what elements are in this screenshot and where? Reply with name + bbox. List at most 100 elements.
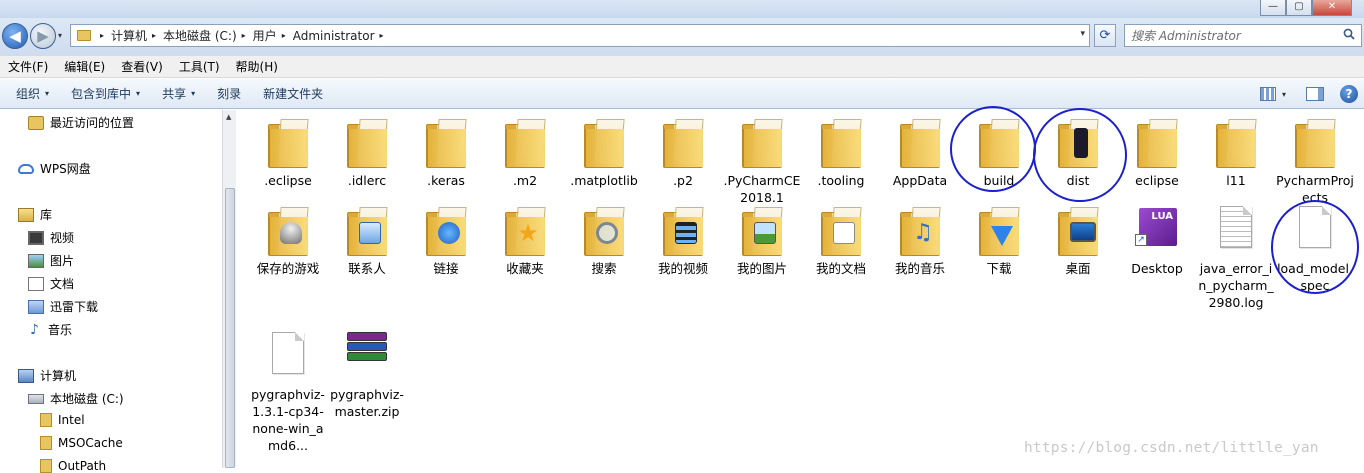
- file-item[interactable]: java_error_in_pycharm_2980.log: [1197, 204, 1275, 311]
- item-label: Desktop: [1131, 261, 1183, 276]
- folder-item[interactable]: ★ 收藏夹: [486, 204, 564, 277]
- preview-pane-icon[interactable]: [1306, 87, 1324, 101]
- folder-item[interactable]: .tooling: [802, 116, 880, 189]
- folder-item[interactable]: .eclipse: [249, 116, 327, 189]
- folder-item[interactable]: 我的文档: [802, 204, 880, 277]
- menu-help[interactable]: 帮助(H): [236, 58, 278, 75]
- film-strip-icon: [675, 222, 697, 244]
- address-history-dropdown[interactable]: ▾: [1080, 29, 1085, 39]
- folder-icon: [584, 124, 624, 168]
- file-item[interactable]: pygraphviz-1.3.1-cp34-none-win_amd6...: [249, 330, 327, 454]
- folder-item[interactable]: 联系人: [328, 204, 406, 277]
- folder-item[interactable]: 链接: [407, 204, 485, 277]
- view-options-dropdown[interactable]: ▾: [1282, 90, 1286, 99]
- xunlei-download-icon: [28, 299, 44, 314]
- chevron-down-icon: ▾: [136, 89, 141, 98]
- breadcrumb-separator-icon[interactable]: ▸: [242, 31, 246, 40]
- item-label: pygraphviz-master.zip: [330, 387, 404, 419]
- item-label: l11: [1226, 173, 1246, 188]
- nav-documents-label: 文档: [50, 277, 75, 291]
- burn-button[interactable]: 刻录: [217, 85, 241, 102]
- nav-wps-cloud[interactable]: WPS网盘: [18, 160, 91, 177]
- close-button[interactable]: ✕: [1312, 0, 1352, 16]
- include-in-library-button[interactable]: 包含到库中 ▾: [71, 85, 140, 102]
- nav-folder-outpath[interactable]: OutPath: [40, 459, 106, 473]
- folder-item[interactable]: AppData: [881, 116, 959, 189]
- folder-item[interactable]: 我的图片: [723, 204, 801, 277]
- change-view-icon[interactable]: [1259, 87, 1276, 101]
- back-button[interactable]: ◀: [2, 23, 28, 49]
- music-note-icon: ♫: [913, 220, 933, 245]
- folder-item[interactable]: .idlerc: [328, 116, 406, 189]
- folder-item[interactable]: .p2: [644, 116, 722, 189]
- chevron-down-icon: ▾: [191, 89, 196, 98]
- item-label: eclipse: [1135, 173, 1179, 188]
- menu-view[interactable]: 查看(V): [121, 58, 163, 75]
- folder-item[interactable]: 下载: [960, 204, 1038, 277]
- refresh-button[interactable]: ⟳: [1094, 24, 1116, 47]
- item-label: 链接: [433, 261, 459, 276]
- breadcrumb-separator-icon[interactable]: ▸: [282, 31, 286, 40]
- breadcrumb-separator-icon[interactable]: ▸: [100, 31, 104, 40]
- breadcrumb-administrator[interactable]: Administrator: [293, 29, 375, 43]
- folder-item[interactable]: ♫ 我的音乐: [881, 204, 959, 277]
- nav-lib-music[interactable]: ♪ 音乐: [30, 321, 72, 338]
- nav-videos-label: 视频: [50, 231, 75, 245]
- cloud-icon: [18, 163, 34, 174]
- maximize-button[interactable]: ▢: [1286, 0, 1312, 16]
- search-input[interactable]: 搜索 Administrator: [1124, 24, 1362, 47]
- breadcrumb[interactable]: 计算机 ▸: [111, 27, 163, 44]
- nav-lib-pictures[interactable]: 图片: [28, 252, 74, 269]
- nav-lib-documents[interactable]: 文档: [28, 275, 74, 292]
- folder-item[interactable]: .PyCharmCE2018.1: [723, 116, 801, 206]
- menu-tools[interactable]: 工具(T): [179, 58, 220, 75]
- recent-pages-dropdown[interactable]: ▾: [58, 31, 62, 40]
- forward-button[interactable]: ▶: [30, 23, 56, 49]
- breadcrumb-separator-icon[interactable]: ▸: [152, 31, 156, 40]
- folder-item[interactable]: PycharmProjects: [1276, 116, 1354, 206]
- folder-item[interactable]: 保存的游戏: [249, 204, 327, 277]
- folder-item[interactable]: .matplotlib: [565, 116, 643, 189]
- search-icon[interactable]: [1343, 28, 1355, 40]
- scroll-up-arrow-icon[interactable]: ▲: [226, 113, 231, 121]
- address-bar[interactable]: ▸ 计算机 ▸ 本地磁盘 (C:) ▸ 用户 ▸ Administrator ▸ ▾: [70, 24, 1090, 47]
- breadcrumb-computer[interactable]: 计算机: [111, 27, 147, 44]
- nav-intel-label: Intel: [58, 413, 85, 427]
- music-note-icon: ♪: [30, 321, 39, 338]
- folder-item[interactable]: 我的视频: [644, 204, 722, 277]
- new-folder-button[interactable]: 新建文件夹: [263, 85, 323, 102]
- organize-label: 组织: [16, 87, 41, 101]
- nav-folder-msocache[interactable]: MSOCache: [40, 436, 123, 450]
- nav-lib-xunlei[interactable]: 迅雷下载: [28, 298, 98, 315]
- annotation-circle: [950, 106, 1036, 192]
- item-label: 我的图片: [736, 261, 787, 276]
- sidebar-scrollbar[interactable]: ▲: [222, 110, 236, 468]
- folder-item[interactable]: .m2: [486, 116, 564, 189]
- nav-library[interactable]: 库: [18, 206, 52, 223]
- shortcut-arrow-icon: ↗: [1135, 234, 1147, 246]
- share-button[interactable]: 共享 ▾: [162, 85, 195, 102]
- share-label: 共享: [162, 87, 187, 101]
- menu-file[interactable]: 文件(F): [8, 58, 48, 75]
- minimize-button[interactable]: —: [1260, 0, 1286, 16]
- folder-item[interactable]: 桌面: [1039, 204, 1117, 277]
- nav-lib-videos[interactable]: 视频: [28, 229, 74, 246]
- folder-item[interactable]: 搜索: [565, 204, 643, 277]
- help-icon[interactable]: ?: [1340, 85, 1358, 103]
- nav-computer[interactable]: 计算机: [18, 367, 76, 384]
- breadcrumb-users[interactable]: 用户: [253, 27, 277, 44]
- file-item[interactable]: pygraphviz-master.zip: [328, 330, 406, 420]
- organize-button[interactable]: 组织 ▾: [16, 85, 49, 102]
- breadcrumb-separator-icon[interactable]: ▸: [380, 31, 384, 40]
- breadcrumb-drive[interactable]: 本地磁盘 (C:): [163, 27, 237, 44]
- nav-recent-places[interactable]: 最近访问的位置: [28, 114, 134, 131]
- folder-item[interactable]: l11: [1197, 116, 1275, 189]
- nav-folder-intel[interactable]: Intel: [40, 413, 85, 427]
- menu-edit[interactable]: 编辑(E): [64, 58, 105, 75]
- scrollbar-thumb[interactable]: [225, 188, 235, 468]
- shortcut-item[interactable]: LUA ↗ Desktop: [1118, 204, 1196, 277]
- folder-item[interactable]: eclipse: [1118, 116, 1196, 189]
- folder-icon: [40, 459, 52, 473]
- nav-drive-c[interactable]: 本地磁盘 (C:): [28, 390, 124, 407]
- folder-item[interactable]: .keras: [407, 116, 485, 189]
